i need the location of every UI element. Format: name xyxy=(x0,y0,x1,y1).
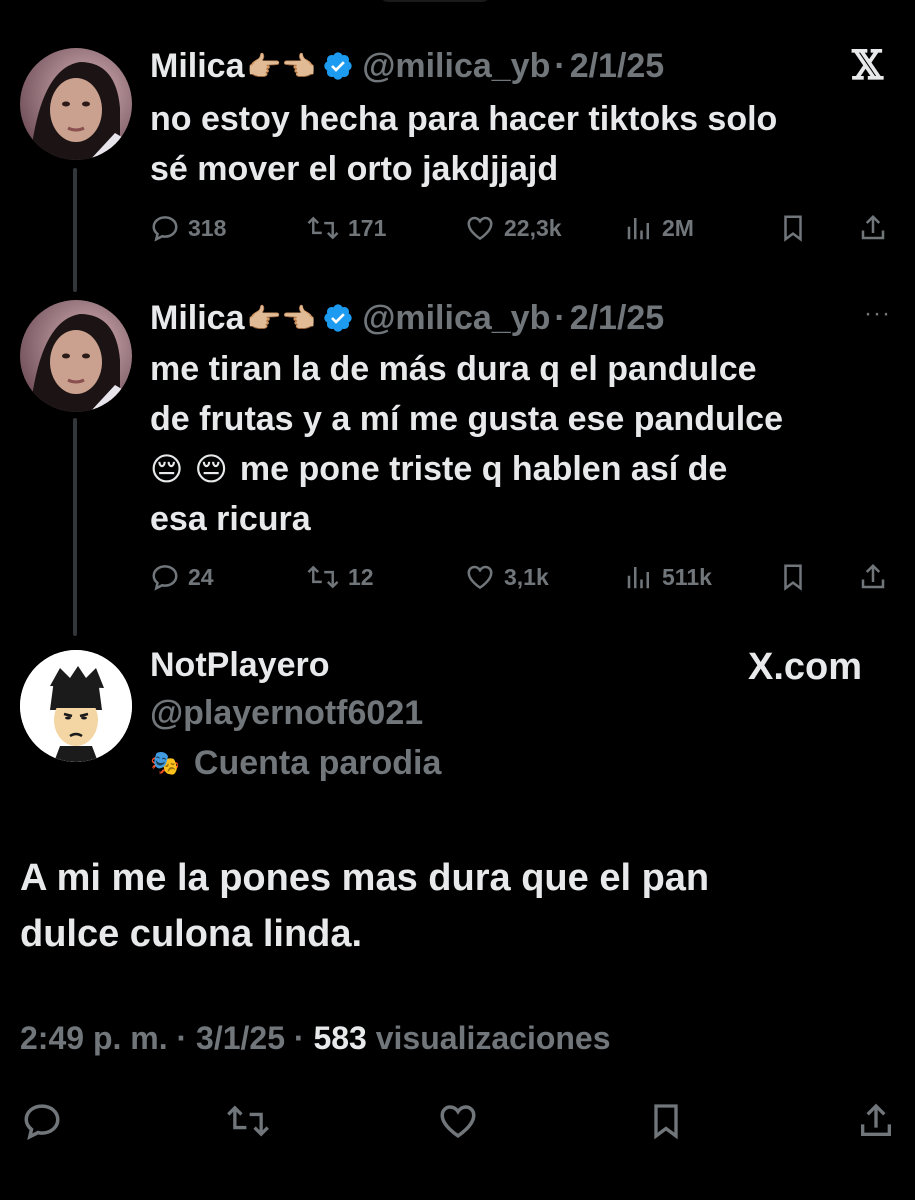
heart-icon xyxy=(467,216,493,241)
tweet-time[interactable]: 2:49 p. m. xyxy=(20,1020,168,1056)
tweet-header: Milica 👉🏼👈🏼 @milica_yb · 2/1/25 xyxy=(150,298,664,338)
bookmark-icon xyxy=(784,215,802,242)
reply-count: 318 xyxy=(188,214,227,241)
like-button[interactable]: 3,1k xyxy=(464,557,549,597)
tweet-text-segment: me pone triste q hablen así de xyxy=(239,450,728,488)
tweet-text-line: A mi me la pones mas dura que el pan xyxy=(20,857,710,899)
views-button[interactable]: 2M xyxy=(624,208,694,248)
tweet-text: me tiran la de más dura q el pandulce de… xyxy=(150,344,890,544)
like-count: 3,1k xyxy=(504,563,549,590)
thread-connector xyxy=(73,168,77,292)
separator-dot: · xyxy=(554,46,566,85)
like-button[interactable]: 22,3k xyxy=(464,208,562,248)
tweet-text-line: sé mover el orto jakdjjajd xyxy=(150,150,559,188)
tweet-text-line: 😔 😔 me pone triste q hablen así de xyxy=(150,444,890,494)
avatar-photo-icon xyxy=(20,48,132,160)
author-name[interactable]: Milica xyxy=(150,299,244,338)
reply-button[interactable]: 318 xyxy=(150,208,226,248)
reply-count: 24 xyxy=(188,563,214,590)
tweet-text-line: no estoy hecha para hacer tiktoks solo xyxy=(150,100,778,138)
views-count: 583 xyxy=(313,1020,367,1056)
share-button[interactable] xyxy=(858,208,896,248)
reply-icon xyxy=(152,216,178,242)
share-button[interactable] xyxy=(858,557,896,597)
retweet-button[interactable]: 12 xyxy=(306,557,374,597)
tweet-actions: 318 171 22,3k 2M xyxy=(150,208,895,248)
reply-icon xyxy=(152,565,178,591)
like-count: 22,3k xyxy=(504,214,562,241)
more-icon[interactable]: ··· xyxy=(864,300,891,328)
reply-tweet-text: A mi me la pones mas dura que el pan dul… xyxy=(20,850,890,962)
tweet-actions: 24 12 3,1k 511k xyxy=(150,557,895,597)
retweet-count: 12 xyxy=(348,563,374,590)
separator-dot: · xyxy=(554,298,566,337)
reply-button[interactable]: 24 xyxy=(150,557,214,597)
tweet-text-line: me tiran la de más dura q el pandulce xyxy=(150,350,757,388)
cartoon-avatar-icon xyxy=(20,650,132,762)
x-logo-icon: 𝕏 xyxy=(852,42,884,89)
views-icon xyxy=(627,567,649,589)
share-button[interactable] xyxy=(850,1095,902,1147)
bookmark-button[interactable] xyxy=(778,557,816,597)
tweet-date[interactable]: 2/1/25 xyxy=(570,299,665,338)
share-icon xyxy=(861,1103,891,1136)
share-icon xyxy=(861,563,885,589)
reply-button[interactable] xyxy=(16,1095,68,1147)
reply-icon xyxy=(24,1104,60,1140)
share-icon xyxy=(861,214,885,240)
tweet-text-line: dulce culona linda. xyxy=(20,913,363,955)
top-edge-fragment xyxy=(380,0,490,2)
tweet-header: Milica 👉🏼👈🏼 @milica_yb · 2/1/25 xyxy=(150,46,664,86)
like-button[interactable] xyxy=(432,1095,484,1147)
parody-text: Cuenta parodia xyxy=(193,744,442,782)
separator-dot: · xyxy=(176,1020,188,1056)
author-name[interactable]: Milica xyxy=(150,47,244,86)
author-handle[interactable]: @milica_yb xyxy=(362,299,550,338)
views-button[interactable]: 511k xyxy=(624,557,712,597)
parody-mask-icon: 🎭 xyxy=(150,750,180,777)
avatar[interactable] xyxy=(20,48,132,160)
tweet-meta: 2:49 p. m. · 3/1/25 · 583 visualizacione… xyxy=(20,1020,611,1057)
retweet-icon xyxy=(227,1105,269,1137)
heart-icon xyxy=(467,565,493,590)
views-count: 2M xyxy=(662,214,694,241)
verified-badge-icon xyxy=(322,302,354,334)
tweet-text-line: de frutas y a mí me gusta ese pandulce xyxy=(150,400,784,438)
author-handle[interactable]: @milica_yb xyxy=(362,47,550,86)
reply-author-handle[interactable]: @playernotf6021 xyxy=(150,694,423,733)
name-emoji: 👉🏼👈🏼 xyxy=(246,49,317,83)
avatar[interactable] xyxy=(20,650,132,762)
bottom-action-bar xyxy=(0,1095,915,1155)
heart-icon xyxy=(440,1105,476,1138)
bookmark-button[interactable] xyxy=(640,1095,692,1147)
separator-dot: · xyxy=(293,1020,305,1056)
views-icon xyxy=(627,218,649,240)
x-com-label: X.com xyxy=(748,646,863,688)
parody-label: 🎭 Cuenta parodia xyxy=(150,744,441,783)
pensive-emoji: 😔 😔 xyxy=(150,450,228,488)
brand-link: X.com xyxy=(748,646,862,689)
reply-author-name[interactable]: NotPlayero xyxy=(150,646,330,685)
retweet-icon xyxy=(307,565,339,589)
retweet-icon xyxy=(307,216,339,240)
tweet-text-line: esa ricura xyxy=(150,500,311,538)
avatar-photo-icon xyxy=(20,300,132,412)
retweet-button[interactable]: 171 xyxy=(306,208,386,248)
retweet-button[interactable] xyxy=(222,1095,274,1147)
tweet-text: no estoy hecha para hacer tiktoks solo s… xyxy=(150,94,890,194)
bookmark-icon xyxy=(784,564,802,591)
tweet-date[interactable]: 2/1/25 xyxy=(570,47,665,86)
thread-connector xyxy=(73,418,77,636)
retweet-count: 171 xyxy=(348,214,387,241)
bookmark-button[interactable] xyxy=(778,208,816,248)
bookmark-icon xyxy=(654,1104,678,1140)
views-label: visualizaciones xyxy=(375,1020,611,1056)
avatar[interactable] xyxy=(20,300,132,412)
name-emoji: 👉🏼👈🏼 xyxy=(246,301,317,335)
tweet-date[interactable]: 3/1/25 xyxy=(196,1020,285,1056)
views-count: 511k xyxy=(662,563,712,590)
verified-badge-icon xyxy=(322,50,354,82)
